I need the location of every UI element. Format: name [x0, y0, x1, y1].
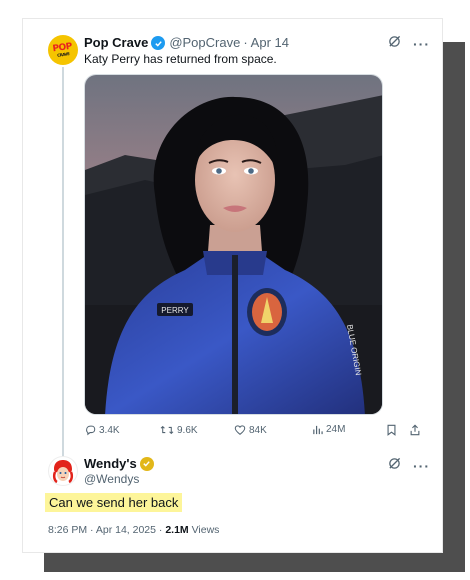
bookmark-button[interactable]	[386, 424, 397, 436]
tweet-card: POP CRAVE Pop Crave @PopCrave · Apr 14 ·…	[22, 18, 443, 553]
reply-header-actions: ···	[388, 457, 430, 475]
tweet-photo[interactable]: PERRY BLUE ORIGIN	[84, 74, 383, 415]
author-handle[interactable]: @PopCrave	[169, 35, 240, 51]
more-options-icon[interactable]: ···	[413, 37, 430, 51]
tweet-header-actions: ···	[388, 35, 430, 53]
reply-meta: 8:26 PM · Apr 14, 2025 · 2.1M Views	[48, 524, 219, 536]
tweet-text: Katy Perry has returned from space.	[84, 52, 277, 66]
views-count: 24M	[326, 424, 346, 435]
reply-author-handle[interactable]: @Wendys	[84, 472, 139, 486]
bookmark-icon	[387, 424, 396, 436]
reply-views-label: Views	[191, 524, 220, 536]
popcrave-avatar[interactable]: POP CRAVE	[48, 35, 78, 65]
thread-line	[62, 67, 64, 465]
wendys-avatar[interactable]	[48, 456, 78, 486]
share-icon	[410, 424, 420, 436]
tweet-header: Pop Crave @PopCrave · Apr 14	[84, 35, 289, 51]
popcrave-logo: POP CRAVE	[52, 41, 74, 58]
tweet-date[interactable]: Apr 14	[251, 35, 289, 51]
frame-shadow-right	[443, 42, 465, 572]
separator-dot: ·	[243, 35, 248, 50]
reply-views-count: 2.1M	[165, 524, 189, 536]
author-name[interactable]: Pop Crave	[84, 35, 148, 51]
reply-button[interactable]: 3.4K	[84, 424, 120, 436]
repost-count: 9.6K	[177, 424, 198, 436]
grok-icon[interactable]	[388, 35, 401, 53]
tweet-action-bar: 3.4K 9.6K 84K 24M	[84, 424, 424, 442]
more-options-icon[interactable]: ···	[413, 459, 430, 473]
grok-icon[interactable]	[388, 457, 401, 475]
repost-button[interactable]: 9.6K	[160, 424, 198, 436]
reply-timestamp[interactable]: 8:26 PM · Apr 14, 2025 ·	[48, 524, 165, 536]
like-button[interactable]: 84K	[234, 424, 267, 436]
repost-icon	[160, 425, 174, 435]
views-icon	[313, 425, 323, 435]
verified-badge-icon	[151, 36, 166, 50]
like-count: 84K	[249, 424, 267, 436]
reply-text-highlighted: Can we send her back	[45, 493, 183, 512]
reply-header: Wendy's	[84, 456, 154, 472]
reply-count: 3.4K	[99, 424, 120, 436]
share-button[interactable]	[409, 424, 421, 436]
reply-icon	[86, 425, 96, 436]
frame-shadow-bottom	[44, 553, 465, 572]
reply-author-name[interactable]: Wendy's	[84, 456, 137, 471]
heart-icon	[234, 425, 246, 435]
wendys-logo	[50, 458, 76, 484]
views-button[interactable]: 24M	[312, 424, 345, 435]
name-patch-text: PERRY	[161, 306, 189, 315]
verified-gold-badge-icon	[139, 456, 154, 471]
